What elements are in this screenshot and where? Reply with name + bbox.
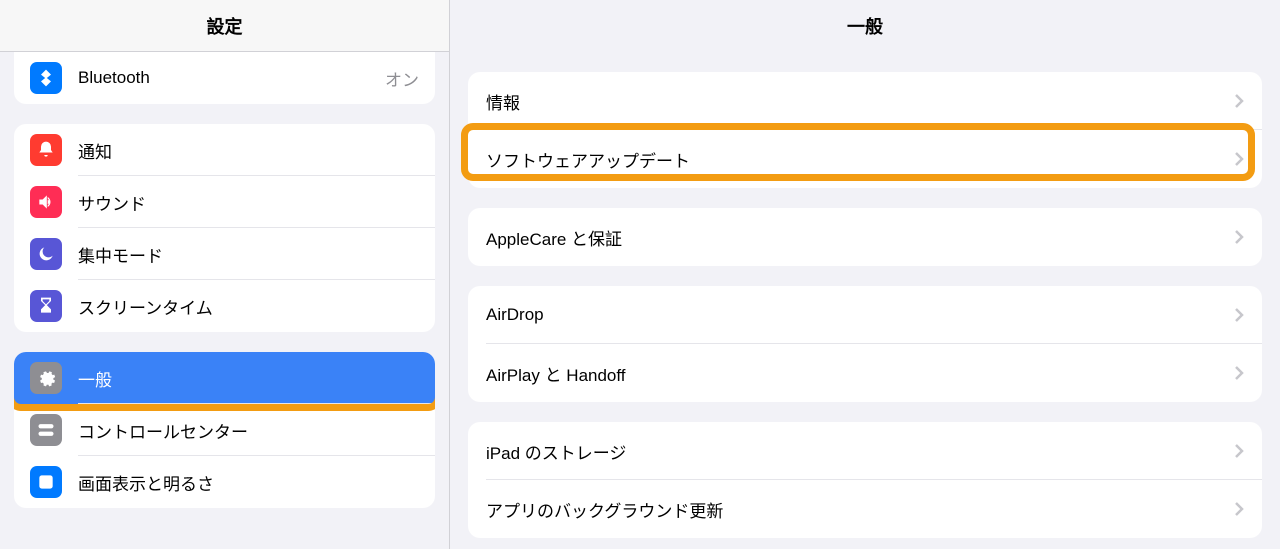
chevron-right-icon — [1234, 443, 1244, 459]
sidebar-item-general[interactable]: 一般 — [14, 352, 435, 404]
airplay-label: AirPlay と Handoff — [486, 361, 1234, 386]
sidebar-section-alerts: 通知 サウンド 集中モード スクリーンタイム — [14, 124, 435, 332]
detail-section-applecare: AppleCare と保証 — [468, 208, 1262, 266]
svg-text:AA: AA — [40, 477, 52, 487]
controlcenter-label: コントロールセンター — [78, 418, 419, 443]
settings-sidebar: 設定 Bluetooth オン 通知 — [0, 0, 450, 549]
bluetooth-status: オン — [385, 66, 419, 91]
sidebar-content: Bluetooth オン 通知 サウンド 集中 — [0, 52, 449, 508]
chevron-right-icon — [1234, 93, 1244, 109]
bluetooth-label: Bluetooth — [78, 68, 385, 88]
sidebar-item-focus[interactable]: 集中モード — [14, 228, 435, 280]
gear-icon — [30, 362, 62, 394]
toggles-icon — [30, 414, 62, 446]
focus-label: 集中モード — [78, 242, 419, 267]
detail-section-air: AirDrop AirPlay と Handoff — [468, 286, 1262, 402]
detail-pane: 一般 情報 ソフトウェアアップデート AppleCare と保証 AirDrop — [450, 0, 1280, 549]
notifications-label: 通知 — [78, 138, 419, 163]
general-label: 一般 — [78, 366, 419, 391]
sidebar-item-display[interactable]: AA 画面表示と明るさ — [14, 456, 435, 508]
detail-header: 一般 — [450, 0, 1280, 52]
sounds-label: サウンド — [78, 190, 419, 215]
detail-item-applecare[interactable]: AppleCare と保証 — [468, 208, 1262, 266]
chevron-right-icon — [1234, 151, 1244, 167]
detail-section-storage: iPad のストレージ アプリのバックグラウンド更新 — [468, 422, 1262, 538]
chevron-right-icon — [1234, 229, 1244, 245]
display-label: 画面表示と明るさ — [78, 470, 419, 495]
sidebar-item-bluetooth[interactable]: Bluetooth オン — [14, 52, 435, 104]
chevron-right-icon — [1234, 501, 1244, 517]
detail-section-info: 情報 ソフトウェアアップデート — [468, 72, 1262, 188]
applecare-label: AppleCare と保証 — [486, 225, 1234, 250]
moon-icon — [30, 238, 62, 270]
bell-icon — [30, 134, 62, 166]
sidebar-header: 設定 — [0, 0, 449, 52]
detail-item-airplay[interactable]: AirPlay と Handoff — [468, 344, 1262, 402]
chevron-right-icon — [1234, 307, 1244, 323]
screentime-label: スクリーンタイム — [78, 294, 419, 319]
backgroundrefresh-label: アプリのバックグラウンド更新 — [486, 497, 1234, 522]
airdrop-label: AirDrop — [486, 305, 1234, 325]
sidebar-section-connectivity: Bluetooth オン — [14, 52, 435, 104]
detail-item-softwareupdate[interactable]: ソフトウェアアップデート — [468, 130, 1262, 188]
chevron-right-icon — [1234, 365, 1244, 381]
bluetooth-icon — [30, 62, 62, 94]
sidebar-item-controlcenter[interactable]: コントロールセンター — [14, 404, 435, 456]
hourglass-icon — [30, 290, 62, 322]
sidebar-item-sounds[interactable]: サウンド — [14, 176, 435, 228]
sidebar-item-screentime[interactable]: スクリーンタイム — [14, 280, 435, 332]
speaker-icon — [30, 186, 62, 218]
detail-item-backgroundrefresh[interactable]: アプリのバックグラウンド更新 — [468, 480, 1262, 538]
storage-label: iPad のストレージ — [486, 439, 1234, 464]
detail-item-storage[interactable]: iPad のストレージ — [468, 422, 1262, 480]
sidebar-item-notifications[interactable]: 通知 — [14, 124, 435, 176]
brightness-icon: AA — [30, 466, 62, 498]
about-label: 情報 — [486, 89, 1234, 114]
detail-item-about[interactable]: 情報 — [468, 72, 1262, 130]
detail-item-airdrop[interactable]: AirDrop — [468, 286, 1262, 344]
sidebar-title: 設定 — [207, 13, 243, 39]
sidebar-section-system: 一般 コントロールセンター AA 画面表示と明るさ — [14, 352, 435, 508]
softwareupdate-label: ソフトウェアアップデート — [486, 147, 1234, 172]
detail-title: 一般 — [847, 13, 883, 39]
detail-content: 情報 ソフトウェアアップデート AppleCare と保証 AirDrop Ai… — [450, 52, 1280, 538]
